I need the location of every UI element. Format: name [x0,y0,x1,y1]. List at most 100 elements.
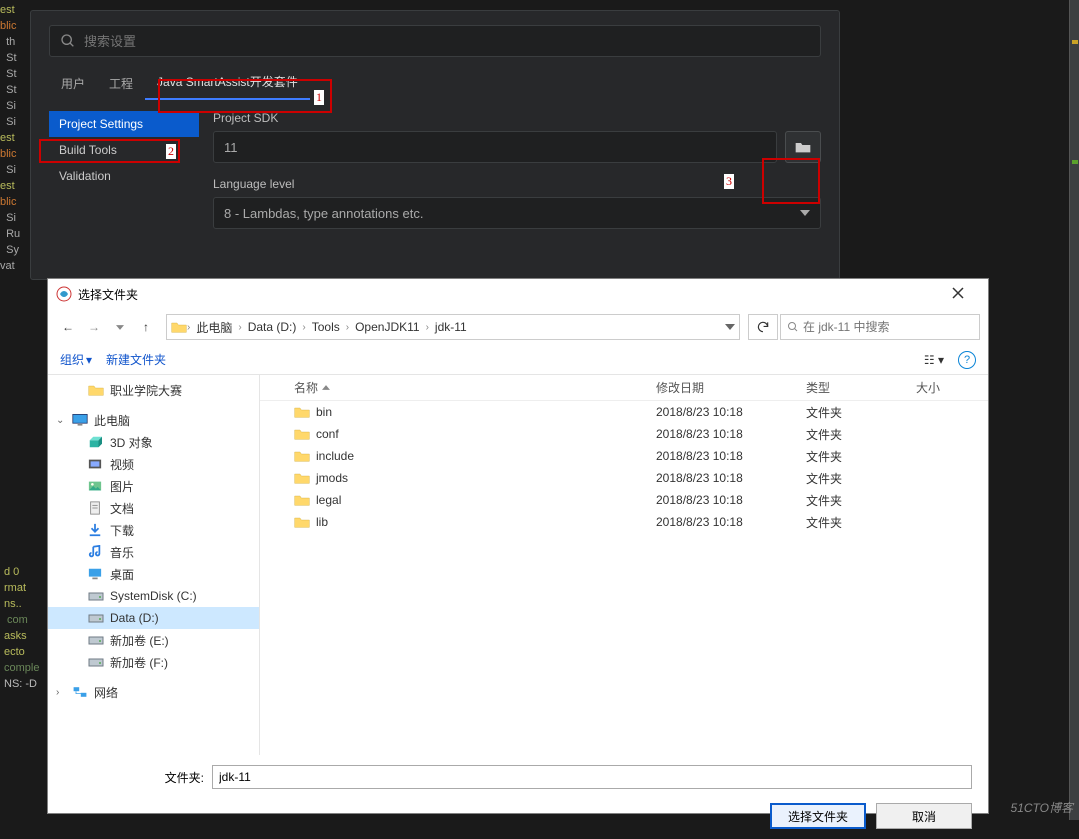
annotation-3-num: 3 [724,174,734,189]
tree-item-label: 视频 [110,456,134,473]
tree-quick-item[interactable]: 职业学院大赛 [48,379,259,401]
chevron-down-icon[interactable] [725,324,735,330]
tree-item[interactable]: 新加卷 (E:) [48,629,259,651]
tree-item[interactable]: 桌面 [48,563,259,585]
crumb-openjdk[interactable]: OpenJDK11 [349,320,425,334]
nav-recent-button[interactable] [108,315,132,339]
col-type[interactable]: 类型 [798,379,908,396]
settings-search-input[interactable] [84,34,810,49]
file-name: bin [316,405,332,419]
new-folder-button[interactable]: 新建文件夹 [106,351,166,368]
crumb-jdk11[interactable]: jdk-11 [429,320,473,334]
dialog-search[interactable] [780,314,980,340]
folder-icon [88,383,104,397]
file-name: include [316,449,354,463]
col-size[interactable]: 大小 [908,379,988,396]
list-header[interactable]: 名称 修改日期 类型 大小 [260,375,988,401]
editor-minimap [1069,0,1079,820]
col-date[interactable]: 修改日期 [648,379,798,396]
nav-back-button[interactable]: ← [56,315,80,339]
dialog-title: 选择文件夹 [78,286,936,303]
crumb-pc[interactable]: 此电脑 [190,319,238,336]
annotation-3 [762,158,820,204]
file-type: 文件夹 [798,404,908,421]
dialog-search-input[interactable] [803,320,973,334]
dialog-nav: ← → ↑ › 此电脑› Data (D:)› Tools› OpenJDK11… [48,309,988,345]
nav-up-button[interactable]: ↑ [134,315,158,339]
list-item[interactable]: legal 2018/8/23 10:18文件夹 [260,489,988,511]
tree-item-label: 3D 对象 [110,434,153,451]
refresh-icon [756,320,770,334]
cancel-button[interactable]: 取消 [876,803,972,829]
tree-network[interactable]: › 网络 [48,681,259,703]
annotation-1 [158,79,332,113]
file-list[interactable]: 名称 修改日期 类型 大小 bin2018/8/23 10:18文件夹conf2… [260,375,988,755]
folder-icon [294,427,310,441]
file-date: 2018/8/23 10:18 [648,515,798,529]
folder-icon [294,493,310,507]
file-type: 文件夹 [798,492,908,509]
tree-item-icon [88,545,104,559]
file-date: 2018/8/23 10:18 [648,405,798,419]
close-button[interactable] [936,286,980,302]
folder-picker-dialog: 选择文件夹 ← → ↑ › 此电脑› Data (D:)› Tools› Ope… [47,278,989,814]
col-name[interactable]: 名称 [294,379,318,396]
tree-item-label: 图片 [110,478,134,495]
crumb-tools[interactable]: Tools [306,320,346,334]
file-date: 2018/8/23 10:18 [648,449,798,463]
sidebar-item-project-settings[interactable]: Project Settings [49,111,199,137]
select-folder-button[interactable]: 选择文件夹 [770,803,866,829]
tree-item-icon [88,611,104,625]
folder-icon [294,449,310,463]
tree-item[interactable]: Data (D:) [48,607,259,629]
list-item[interactable]: jmods2018/8/23 10:18文件夹 [260,467,988,489]
sidebar-item-validation[interactable]: Validation [49,163,199,189]
settings-search[interactable] [49,25,821,57]
tree-this-pc[interactable]: ⌄ 此电脑 [48,409,259,431]
file-date: 2018/8/23 10:18 [648,427,798,441]
tree-item[interactable]: 音乐 [48,541,259,563]
file-name: legal [316,493,341,507]
tree-item-label: 音乐 [110,544,134,561]
dialog-toolbar: 组织 ▾ 新建文件夹 ☷ ▾ ? [48,345,988,375]
expand-icon[interactable]: › [56,687,66,698]
list-item[interactable]: bin 2018/8/23 10:18文件夹 [260,401,988,423]
tree-item[interactable]: 图片 [48,475,259,497]
monitor-icon [72,413,88,427]
tree-item-icon [88,435,104,449]
chevron-down-icon [116,325,124,330]
tree-item[interactable]: 3D 对象 [48,431,259,453]
tree-item[interactable]: SystemDisk (C:) [48,585,259,607]
tree-item[interactable]: 下载 [48,519,259,541]
tree-item[interactable]: 视频 [48,453,259,475]
tree-item[interactable]: 文档 [48,497,259,519]
tree-item-label: SystemDisk (C:) [110,589,197,603]
file-date: 2018/8/23 10:18 [648,493,798,507]
file-name: lib [316,515,328,529]
tab-user[interactable]: 用户 [49,67,97,100]
refresh-button[interactable] [748,314,778,340]
language-level-dropdown[interactable]: 8 - Lambdas, type annotations etc. [213,197,821,229]
folder-icon [171,320,187,334]
nav-forward-button[interactable]: → [82,315,106,339]
settings-sidebar: Project Settings Build Tools Validation [49,111,199,229]
view-options-button[interactable]: ☷ ▾ [924,353,944,367]
breadcrumb[interactable]: › 此电脑› Data (D:)› Tools› OpenJDK11› jdk-… [166,314,740,340]
folder-name-input[interactable] [212,765,972,789]
list-item[interactable]: include2018/8/23 10:18文件夹 [260,445,988,467]
help-button[interactable]: ? [958,351,976,369]
expand-icon[interactable]: ⌄ [56,415,66,426]
tree-item[interactable]: 新加卷 (F:) [48,651,259,673]
list-item[interactable]: conf2018/8/23 10:18文件夹 [260,423,988,445]
tree-item-icon [88,501,104,515]
tab-project[interactable]: 工程 [97,67,145,100]
organize-menu[interactable]: 组织 ▾ [60,351,92,368]
tree-item-icon [88,479,104,493]
app-logo-icon [56,286,72,302]
list-item[interactable]: lib2018/8/23 10:18文件夹 [260,511,988,533]
dialog-footer: 文件夹: 选择文件夹 取消 [48,755,988,839]
project-sdk-value[interactable]: 11 [213,131,777,163]
tree-item-icon [88,523,104,537]
crumb-drive[interactable]: Data (D:) [242,320,303,334]
nav-tree[interactable]: 职业学院大赛 ⌄ 此电脑 3D 对象视频图片文档下载音乐桌面 SystemDisk… [48,375,260,755]
